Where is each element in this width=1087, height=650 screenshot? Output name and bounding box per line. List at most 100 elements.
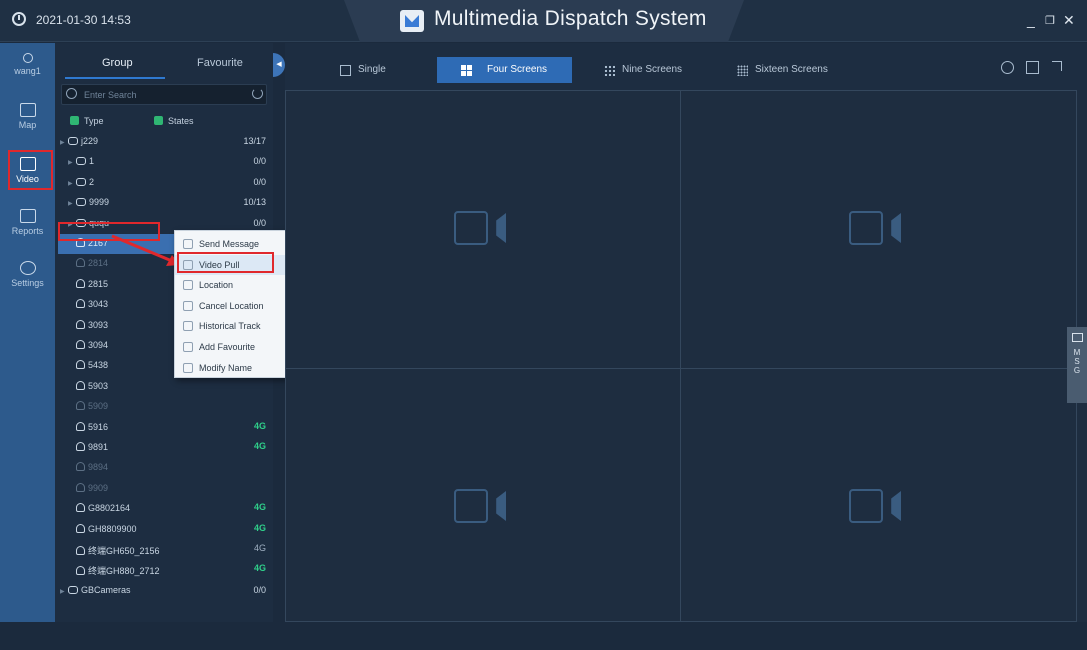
msg-panel-tab[interactable]: M S G [1067, 327, 1087, 403]
tree-group-row[interactable]: ▶ 1 0/0 [58, 152, 272, 172]
tree-row-label: G8802164 [88, 503, 131, 514]
tab-group[interactable]: Group [102, 57, 133, 69]
expand-arrow-icon[interactable]: ▶ [68, 159, 74, 166]
checkbox-icon [70, 116, 79, 125]
tree-user-row[interactable]: GH8809900 4G [58, 520, 272, 540]
expand-arrow-icon[interactable]: ▶ [60, 139, 66, 146]
checkbox-icon [154, 116, 163, 125]
tree-user-row[interactable]: G8802164 4G [58, 499, 272, 519]
single-screen-icon [340, 65, 351, 76]
nav-label-map: Map [18, 120, 37, 130]
nav-item-reports[interactable]: Reports [0, 203, 55, 249]
context-menu-label: Cancel Location [199, 300, 264, 311]
network-badge: 4G [253, 502, 266, 513]
network-badge: 4G [253, 522, 266, 533]
user-icon [76, 360, 85, 370]
tree-user-row[interactable]: 5916 4G [58, 418, 272, 438]
view-sixteen-label: Sixteen Screens [755, 64, 828, 75]
collapse-panel-handle[interactable]: ◀ [273, 53, 285, 77]
group-icon [76, 198, 86, 207]
tree-user-row[interactable]: 5903 [58, 377, 272, 397]
video-cell-4[interactable] [680, 368, 1077, 622]
tree-row-label: 终端GH650_2156 [88, 546, 160, 556]
user-icon [76, 462, 85, 472]
user-icon [76, 299, 85, 309]
tree-row-label: 2815 [88, 278, 109, 289]
screenshot-icon[interactable] [1026, 61, 1039, 74]
nav-item-video[interactable]: Video [0, 151, 55, 197]
tree-row-label: GBCameras [81, 584, 131, 595]
minimize-button[interactable]: _ [1027, 12, 1035, 28]
close-button[interactable]: ✕ [1063, 12, 1075, 29]
expand-arrow-icon[interactable]: ▶ [68, 200, 74, 207]
view-nine-button[interactable]: Nine Screens [600, 57, 710, 83]
context-menu-label: Send Message [199, 239, 260, 249]
network-badge: 4G [253, 441, 266, 451]
user-profile[interactable]: wang1 [0, 47, 55, 93]
filter-states[interactable]: States [154, 116, 194, 126]
context-menu-item[interactable]: Add Favourite [175, 337, 298, 357]
tree-group-row[interactable]: ▶ 2 0/0 [58, 173, 272, 193]
view-nine-label: Nine Screens [622, 64, 683, 75]
video-cell-2[interactable] [680, 90, 1077, 369]
tree-row-label: 5916 [88, 421, 109, 432]
view-single-button[interactable]: Single [336, 57, 406, 83]
user-icon [76, 319, 85, 329]
nav-item-settings[interactable]: Settings [0, 255, 55, 301]
tree-user-row[interactable]: 终端GH650_2156 4G [58, 540, 272, 560]
track-icon [183, 321, 193, 332]
tree-user-row[interactable]: 9891 4G [58, 438, 272, 458]
view-sixteen-button[interactable]: Sixteen Screens [733, 57, 853, 83]
context-menu-label: Modify Name [199, 362, 253, 373]
tree-group-row[interactable]: ▶ 9999 10/13 [58, 193, 272, 213]
context-menu-item[interactable]: Location [175, 275, 298, 295]
online-count: 0/0 [253, 176, 266, 187]
expand-arrow-icon[interactable]: ▶ [60, 588, 66, 595]
tree-user-row[interactable]: 5909 [58, 397, 272, 417]
context-menu-item[interactable]: Video Pull [175, 254, 298, 275]
user-icon [22, 53, 33, 63]
refresh-icon[interactable] [252, 88, 263, 99]
four-screens-icon [461, 65, 472, 76]
user-icon [76, 380, 85, 390]
user-icon [76, 421, 85, 431]
context-menu-item[interactable]: Cancel Location [175, 296, 298, 316]
filter-states-label: States [168, 116, 194, 126]
video-icon [19, 157, 36, 171]
expand-arrow-icon[interactable]: ▶ [68, 221, 74, 228]
tree-user-row[interactable]: 9909 [58, 479, 272, 499]
video-cell-3[interactable] [285, 368, 681, 622]
online-count: 0/0 [253, 217, 266, 228]
msg-tab-label: M S G [1073, 348, 1081, 375]
view-four-button[interactable]: Four Screens [437, 57, 572, 83]
online-count: 10/13 [243, 197, 266, 208]
tree-row-label: 2 [89, 176, 95, 187]
tree-row-label: GH8809900 [88, 523, 137, 534]
tree-user-row[interactable]: 终端GH880_2712 4G [58, 560, 272, 580]
logo-icon [400, 10, 424, 32]
group-icon [68, 585, 78, 594]
tree-row-label: 1 [89, 156, 95, 167]
context-menu-item[interactable]: Modify Name [175, 358, 298, 378]
tree-group-row[interactable]: ▶ GBCameras 0/0 [58, 581, 272, 601]
nav-item-map[interactable]: Map [0, 97, 55, 143]
video-cell-1[interactable] [285, 90, 681, 369]
tree-row-label: 2814 [88, 258, 109, 269]
filter-type[interactable]: Type [70, 116, 104, 126]
tree-user-row[interactable]: 9894 [58, 458, 272, 478]
fullscreen-icon[interactable] [1052, 61, 1062, 71]
tab-favourite[interactable]: Favourite [197, 57, 243, 69]
search-input[interactable] [84, 87, 244, 102]
user-icon [76, 258, 85, 268]
context-menu-item[interactable]: Historical Track [175, 316, 298, 336]
context-menu-item[interactable]: Send Message [175, 234, 298, 254]
tree-row-label: 9891 [88, 442, 109, 452]
pencil-icon [183, 362, 193, 373]
network-badge: 4G [253, 543, 266, 553]
settings-icon [19, 261, 36, 275]
restore-button[interactable]: ❐ [1045, 14, 1055, 27]
expand-arrow-icon[interactable]: ▶ [68, 180, 74, 187]
tree-group-row[interactable]: ▶ j229 13/17 [58, 132, 272, 152]
user-icon [76, 238, 85, 247]
pin-icon[interactable] [1001, 61, 1014, 74]
